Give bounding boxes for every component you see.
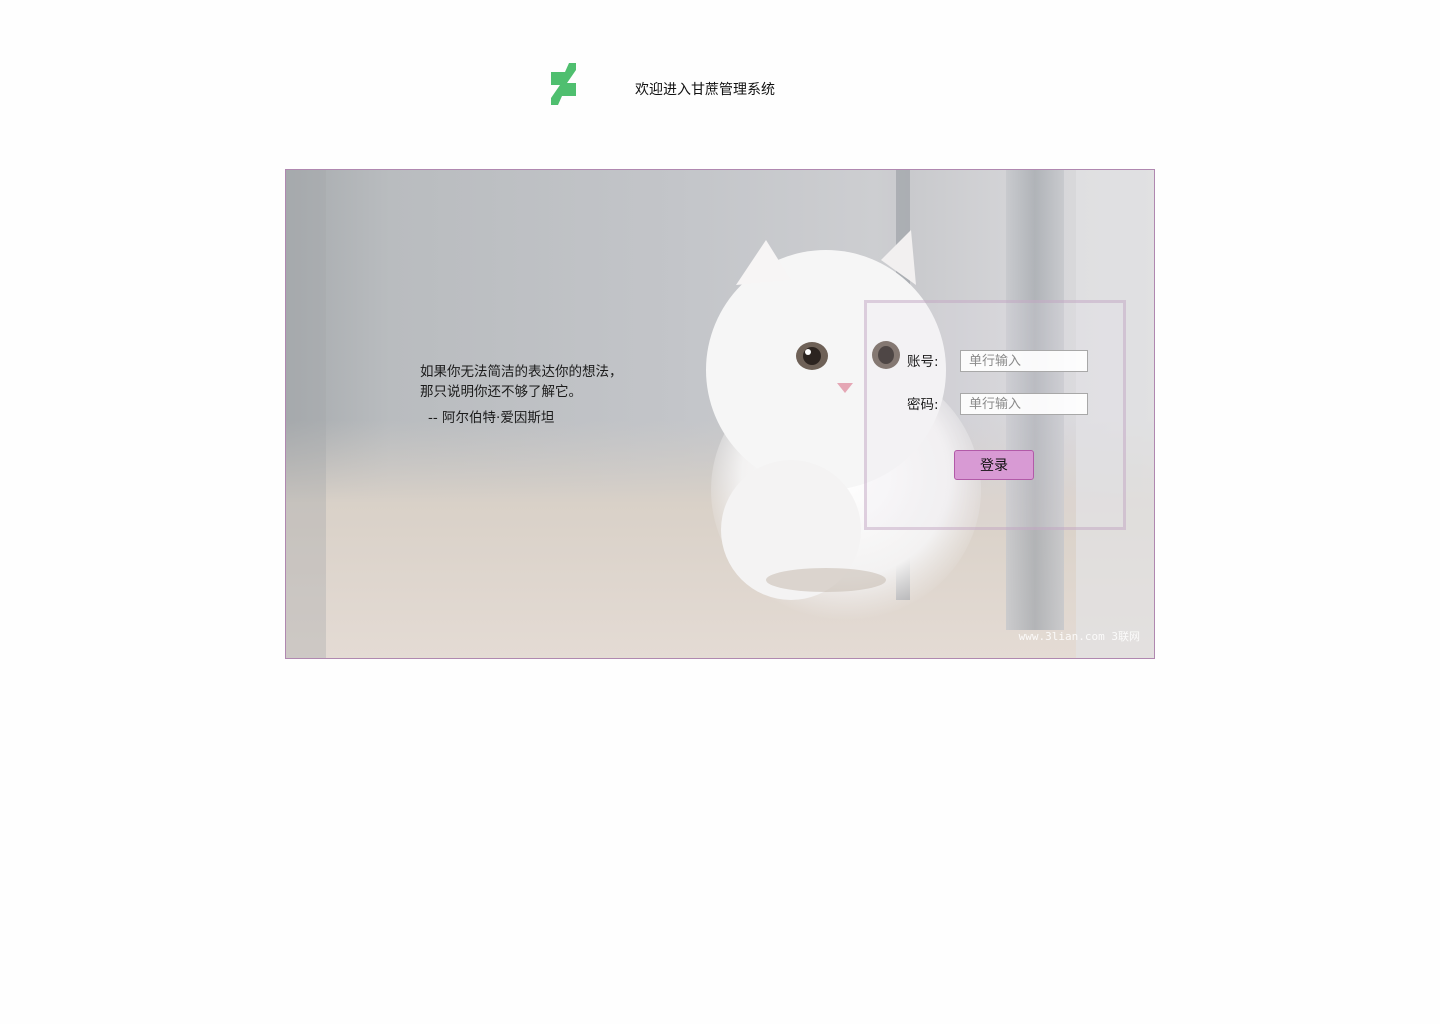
quote-text: 如果你无法简洁的表达你的想法，那只说明你还不够了解它。 (420, 364, 623, 400)
page-title: 欢迎进入甘蔗管理系统 (635, 82, 775, 98)
password-row: 密码: (907, 393, 1107, 417)
login-banner: 如果你无法简洁的表达你的想法，那只说明你还不够了解它。 -- 阿尔伯特·爱因斯坦… (285, 169, 1155, 659)
page-header: 欢迎进入甘蔗管理系统 (0, 0, 1440, 140)
deviantart-logo-icon[interactable] (550, 63, 580, 105)
image-watermark: www.3lian.com 3联网 (1018, 630, 1140, 643)
password-input[interactable] (960, 393, 1088, 415)
account-row: 账号: (907, 350, 1107, 374)
quote-author: -- 阿尔伯特·爱因斯坦 (428, 410, 555, 426)
login-button[interactable]: 登录 (954, 450, 1034, 480)
login-panel: 账号: 密码: 登录 (864, 300, 1126, 530)
password-label: 密码: (907, 397, 939, 413)
account-label: 账号: (907, 354, 939, 370)
account-input[interactable] (960, 350, 1088, 372)
